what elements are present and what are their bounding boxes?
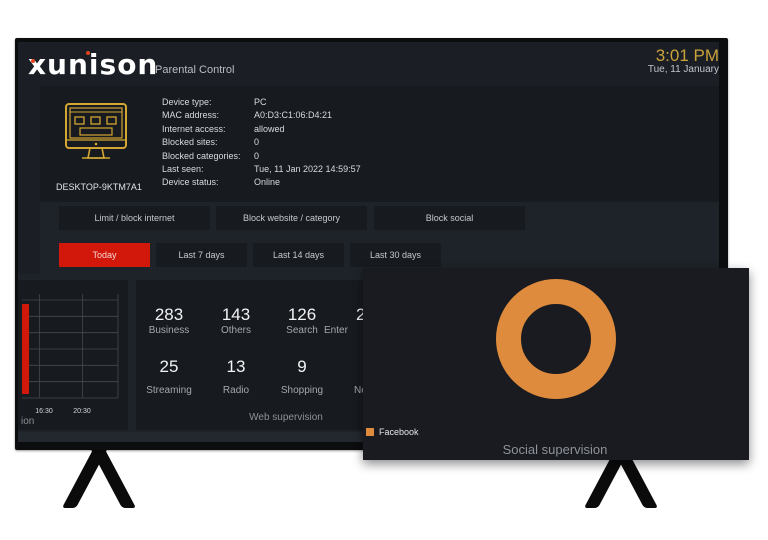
stat-streaming[interactable]: 25 Streaming [136, 357, 202, 397]
stat-value: 25 [159, 357, 179, 376]
logo-dot [86, 51, 90, 55]
tab-last-7-days[interactable]: Last 7 days [156, 243, 247, 267]
info-value: 0 [254, 137, 260, 148]
logo-dot [31, 59, 35, 63]
desktop-monitor-icon [65, 103, 127, 159]
tab-today[interactable]: Today [59, 243, 150, 267]
stat-business[interactable]: 283 Business [136, 305, 202, 337]
info-row-mac-address: MAC address: A0:D3:C1:06:D4:21 [162, 109, 361, 122]
info-label: MAC address: [162, 110, 220, 121]
info-row-internet-access: Internet access: allowed [162, 123, 361, 136]
info-label: Blocked categories: [162, 150, 241, 161]
device-info-panel: DESKTOP-9KTM7A1 Device type: PC MAC addr… [40, 86, 719, 202]
info-value: allowed [254, 123, 285, 134]
stat-label: Radio [222, 385, 250, 396]
info-value: Tue, 11 Jan 2022 14:59:57 [254, 164, 361, 175]
stat-label: Streaming [146, 385, 192, 396]
legend-swatch-facebook [366, 428, 374, 436]
device-name: DESKTOP-9KTM7A1 [56, 182, 142, 192]
info-row-device-type: Device type: PC [162, 96, 361, 109]
app-header: xunison Parental Control 3:01 PM Tue, 11… [18, 42, 719, 86]
product-mockup: xunison Parental Control 3:01 PM Tue, 11… [0, 0, 768, 540]
clock-time: 3:01 PM [655, 46, 719, 65]
stat-label: Business [148, 325, 190, 336]
info-row-device-status: Device status: Online [162, 176, 361, 189]
info-value: A0:D3:C1:06:D4:21 [254, 110, 333, 121]
info-row-blocked-sites: Blocked sites: 0 [162, 136, 361, 149]
stat-value: 13 [226, 357, 246, 376]
tab-last-14-days[interactable]: Last 14 days [253, 243, 344, 267]
stat-others[interactable]: 143 Others [203, 305, 269, 337]
stat-label: Shopping [280, 385, 324, 396]
actions-bar: Limit / block internet Block website / c… [40, 202, 719, 274]
info-label: Device type: [162, 97, 212, 107]
tab-last-30-days[interactable]: Last 30 days [350, 243, 441, 267]
limit-internet-button[interactable]: Limit / block internet [59, 206, 210, 230]
info-label: Device status: [162, 177, 219, 188]
donut-slice-facebook [496, 279, 616, 399]
info-row-last-seen: Last seen: Tue, 11 Jan 2022 14:59:57 [162, 163, 361, 176]
social-supervision-card: Facebook Social supervision [363, 268, 749, 460]
usage-chart: 16:30 20:30 [22, 294, 119, 415]
device-info-list: Device type: PC MAC address: A0:D3:C1:06… [162, 96, 361, 190]
block-social-button[interactable]: Block social [374, 206, 525, 230]
social-supervision-title: Social supervision [502, 442, 608, 457]
chart-bar [22, 304, 29, 394]
legend-label-facebook: Facebook [379, 427, 419, 437]
info-value: PC [254, 97, 267, 107]
social-donut-chart [496, 279, 616, 399]
stat-radio[interactable]: 13 Radio [203, 357, 269, 397]
stat-value: 283 [154, 305, 184, 324]
chart-legend: Facebook [366, 427, 419, 437]
stat-value: 9 [297, 357, 307, 376]
block-website-button[interactable]: Block website / category [216, 206, 367, 230]
stat-value: 143 [221, 305, 251, 324]
app-subtitle: Parental Control [155, 64, 235, 76]
brand-name: xunison [28, 48, 159, 81]
stat-label: Others [220, 325, 251, 336]
usage-chart-title: ion [21, 416, 35, 427]
info-label: Last seen: [162, 164, 204, 175]
x-tick-label: 16:30 [35, 408, 53, 415]
info-label: Blocked sites: [162, 137, 218, 148]
web-supervision-title: Web supervision [249, 412, 323, 423]
info-value: 0 [254, 150, 260, 161]
info-row-blocked-categories: Blocked categories: 0 [162, 150, 361, 163]
info-label: Internet access: [162, 123, 226, 134]
clock-date: Tue, 11 January [647, 64, 719, 75]
usage-chart-card: 16:30 20:30 ion [18, 280, 128, 430]
stat-shopping[interactable]: 9 Shopping [269, 357, 335, 397]
brand-logo: xunison [28, 50, 158, 80]
x-tick-label: 20:30 [73, 408, 91, 415]
info-value: Online [254, 177, 281, 188]
